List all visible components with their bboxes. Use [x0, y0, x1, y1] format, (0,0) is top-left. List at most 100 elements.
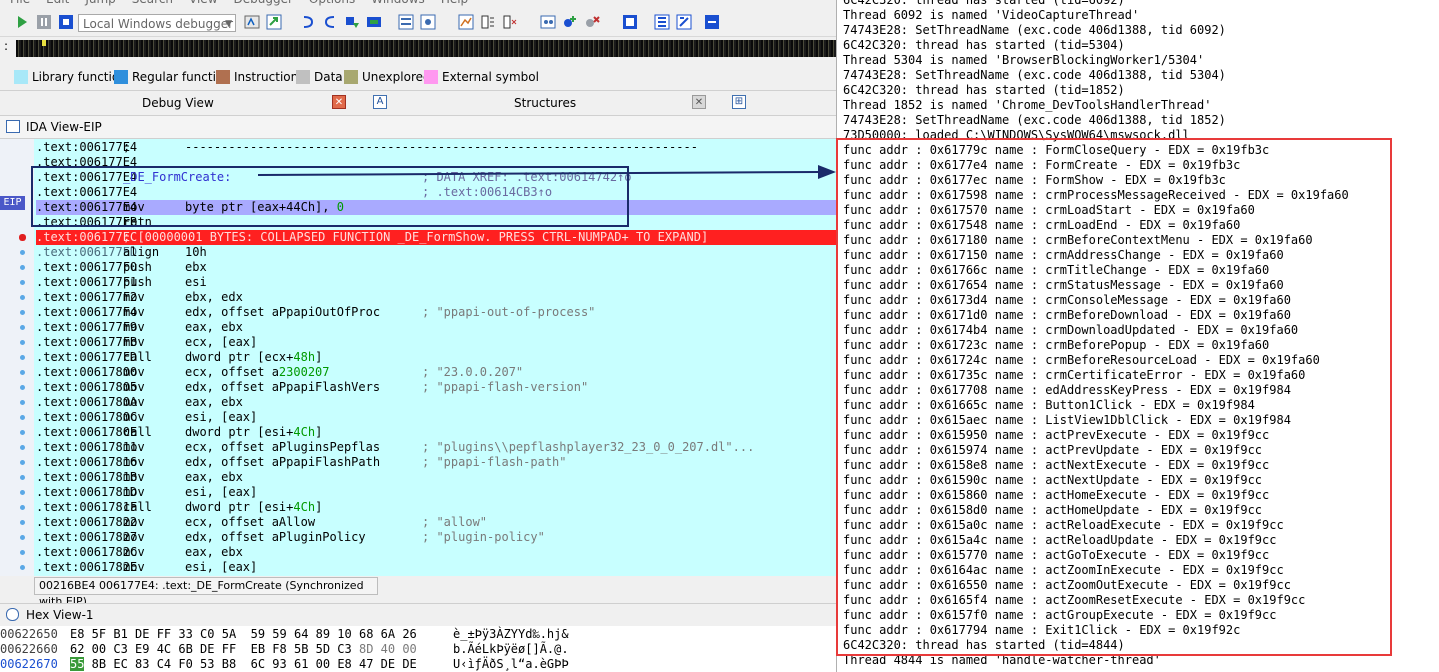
- attach-process-icon[interactable]: [266, 14, 282, 30]
- tab-structures[interactable]: Structures: [514, 96, 576, 110]
- menu-item[interactable]: Jump: [85, 0, 115, 6]
- disasm-comment: ; "23.0.0.207": [422, 365, 524, 379]
- disasm-line[interactable]: .text:006177EC; [00000001 BYTES: COLLAPS…: [36, 230, 836, 245]
- hex-row[interactable]: 00622650 E8 5F B1 DE FF 33 C0 5A 59 59 64…: [0, 627, 836, 642]
- legend-swatch: [424, 70, 438, 84]
- trace-dot[interactable]: [20, 265, 25, 270]
- trace-dot[interactable]: [20, 250, 25, 255]
- disasm-line[interactable]: .text:006177EDalign 10h: [36, 245, 836, 260]
- trace-dot[interactable]: [20, 385, 25, 390]
- instruction-trace-icon[interactable]: [480, 14, 496, 30]
- trace-dot[interactable]: [20, 490, 25, 495]
- navigation-band[interactable]: :: [0, 37, 836, 61]
- disasm-operand: 10h: [185, 245, 207, 259]
- menu-item[interactable]: Edit: [46, 0, 69, 6]
- navigation-strip[interactable]: [16, 40, 836, 57]
- trace-dot[interactable]: [20, 370, 25, 375]
- menu-item[interactable]: File: [10, 0, 30, 6]
- trace-dot[interactable]: [20, 565, 25, 570]
- run-to-cursor-icon[interactable]: [366, 14, 382, 30]
- trace-dot[interactable]: [20, 340, 25, 345]
- disasm-line[interactable]: .text:00617805mov edx, offset aPpapiFlash…: [36, 380, 836, 395]
- trace-dot[interactable]: [20, 460, 25, 465]
- close-structures-icon[interactable]: ✕: [692, 95, 706, 109]
- disasm-address: .text:006177F2: [36, 290, 138, 304]
- modules-view-icon[interactable]: [704, 14, 720, 30]
- trace-dot[interactable]: [20, 295, 25, 300]
- disasm-line[interactable]: .text:00617822mov ecx, offset aAllow ; "al…: [36, 515, 836, 530]
- disasm-line[interactable]: .text:00617827mov edx, offset aPluginPoli…: [36, 530, 836, 545]
- function-trace-icon[interactable]: [502, 14, 518, 30]
- disasm-line[interactable]: .text:0061780Amov eax, ebx: [36, 395, 836, 410]
- disasm-line[interactable]: .text:0061781Dmov esi, [eax]: [36, 485, 836, 500]
- add-trace-icon[interactable]: [562, 14, 578, 30]
- disasm-line[interactable]: .text:0061781Fcall dword ptr [esi+4Ch]: [36, 500, 836, 515]
- disasm-line[interactable]: .text:006177F2mov ebx, edx: [36, 290, 836, 305]
- menu-item[interactable]: Options: [309, 0, 355, 6]
- menu-item[interactable]: Help: [441, 0, 468, 6]
- trace-dot[interactable]: [20, 550, 25, 555]
- debugger-select[interactable]: Local Windows debugger ▼: [78, 14, 236, 32]
- breakpoint-dot[interactable]: [19, 234, 26, 241]
- trace-dot[interactable]: [20, 280, 25, 285]
- disasm-comment: ; "ppapi-flash-version": [422, 380, 589, 394]
- debugger-options-icon[interactable]: [244, 14, 260, 30]
- start-process-icon[interactable]: [14, 14, 30, 30]
- clear-trace-icon[interactable]: [584, 14, 600, 30]
- hex-dump[interactable]: 00622650 E8 5F B1 DE FF 33 C0 5A 59 59 64…: [0, 626, 836, 672]
- disasm-line[interactable]: .text:0061781Bmov eax, ebx: [36, 470, 836, 485]
- trace-dot[interactable]: [20, 430, 25, 435]
- disasm-line[interactable]: .text:00617811mov ecx, offset aPluginsPep…: [36, 440, 836, 455]
- disasm-line[interactable]: .text:006177F4mov edx, offset aPpapiOutOf…: [36, 305, 836, 320]
- hex-view-icon: [6, 608, 19, 621]
- menu-item[interactable]: Search: [132, 0, 173, 6]
- close-debug-view-icon[interactable]: ✕: [332, 95, 346, 109]
- trace-dot[interactable]: [20, 415, 25, 420]
- disasm-line[interactable]: .text:006177F0push ebx: [36, 260, 836, 275]
- segment-view-icon[interactable]: [622, 14, 638, 30]
- hex-row[interactable]: 00622660 62 00 C3 E9 4C 6B DE FF EB F8 5B…: [0, 642, 836, 657]
- step-into-icon[interactable]: [300, 14, 316, 30]
- disasm-line[interactable]: .text:00617816mov edx, offset aPpapiFlash…: [36, 455, 836, 470]
- run-until-return-icon[interactable]: [344, 14, 360, 30]
- disasm-line[interactable]: .text:006177FBmov ecx, [eax]: [36, 335, 836, 350]
- tracing-icon[interactable]: [458, 14, 474, 30]
- disasm-line[interactable]: .text:006177FDcall dword ptr [ecx+48h]: [36, 350, 836, 365]
- hex-bytes: 62 00 C3 E9 4C 6B DE FF EB F8 5B 5D C3 8…: [70, 642, 417, 656]
- trace-dot[interactable]: [20, 520, 25, 525]
- disassembly-listing[interactable]: EIP .text:006177E4; ---------------------…: [0, 139, 836, 576]
- trace-dot[interactable]: [20, 535, 25, 540]
- basic-block-trace-icon[interactable]: [540, 14, 556, 30]
- menu-item[interactable]: Windows: [371, 0, 425, 6]
- trace-dot[interactable]: [20, 310, 25, 315]
- step-over-icon[interactable]: [322, 14, 338, 30]
- disasm-line[interactable]: .text:00617800mov ecx, offset a2300207 ; "…: [36, 365, 836, 380]
- trace-dot[interactable]: [20, 355, 25, 360]
- output-window[interactable]: 6C42C320: thread has started (tid=6092) T…: [836, 0, 1439, 672]
- disasm-line[interactable]: .text:0061780Ecall dword ptr [esi+4Ch]: [36, 425, 836, 440]
- menu-item[interactable]: View: [189, 0, 217, 6]
- disasm-line[interactable]: .text:0061780Cmov esi, [eax]: [36, 410, 836, 425]
- menu-item[interactable]: Debugger: [234, 0, 293, 6]
- breakpoint-list-icon[interactable]: [398, 14, 414, 30]
- hex-ascii: U‹ìƒÄðS¸l“a.èGÞÞ: [453, 657, 569, 671]
- registers-view-icon[interactable]: [676, 14, 692, 30]
- terminate-process-icon[interactable]: [58, 14, 74, 30]
- disasm-operand: ebx, edx: [185, 290, 243, 304]
- tab-debug-view[interactable]: Debug View: [142, 96, 214, 110]
- trace-dot[interactable]: [20, 475, 25, 480]
- trace-dot[interactable]: [20, 400, 25, 405]
- disasm-line[interactable]: .text:0061782Cmov eax, ebx: [36, 545, 836, 560]
- trace-dot[interactable]: [20, 325, 25, 330]
- threads-icon[interactable]: [420, 14, 436, 30]
- trace-dot[interactable]: [20, 505, 25, 510]
- disasm-address: .text:00617827: [36, 530, 138, 544]
- disasm-line[interactable]: .text:006177F1push esi: [36, 275, 836, 290]
- disasm-line[interactable]: .text:006177F9mov eax, ebx: [36, 320, 836, 335]
- disasm-line[interactable]: .text:006177E4; -------------------------…: [36, 140, 836, 155]
- pause-process-icon[interactable]: [36, 14, 52, 30]
- disasm-line[interactable]: .text:0061782Emov esi, [eax]: [36, 560, 836, 575]
- hex-row[interactable]: 00622670 55 8B EC 83 C4 F0 53 B8 6C 93 61…: [0, 657, 836, 672]
- trace-dot[interactable]: [20, 445, 25, 450]
- stack-view-icon[interactable]: [654, 14, 670, 30]
